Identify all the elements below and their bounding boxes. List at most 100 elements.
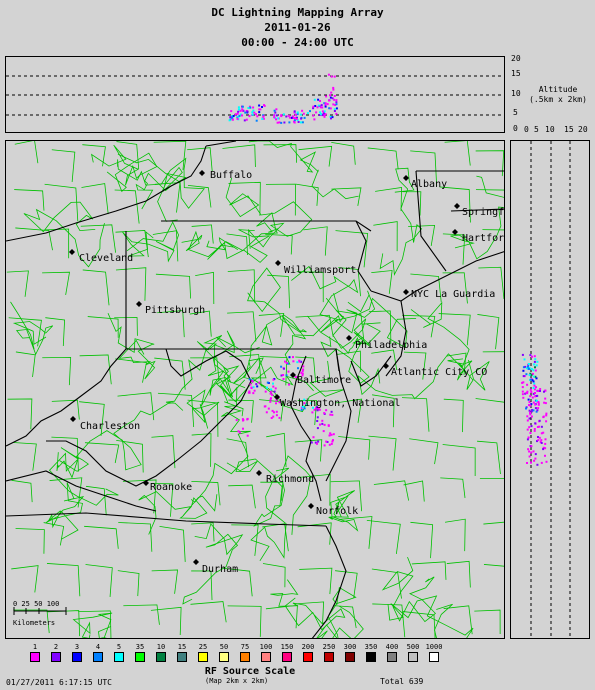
lightning-source [316, 416, 319, 419]
altitude-tick: 0 [513, 124, 518, 133]
lightning-source [272, 385, 275, 388]
city-label: Springf [462, 207, 505, 218]
lightning-source [294, 113, 297, 116]
lightning-source [258, 108, 261, 111]
lightning-source [283, 121, 286, 124]
lightning-source [321, 106, 324, 109]
chart-title: DC Lightning Mapping Array [211, 6, 384, 19]
lightning-source [536, 463, 539, 466]
city-label: Roanoke [150, 482, 193, 493]
city-label: Durham [202, 564, 239, 575]
scale-bar-ticks: 0 25 50 100 [13, 600, 60, 608]
legend-swatch [324, 652, 334, 662]
lightning-source [544, 442, 547, 445]
altitude-tick: 15 [511, 69, 521, 78]
city-marker [346, 335, 352, 341]
lightning-source [236, 112, 239, 115]
legend-swatch [30, 652, 40, 662]
legend-swatch [72, 652, 82, 662]
city-label: Washington, National [280, 398, 401, 409]
legend-swatch [156, 652, 166, 662]
lightning-source [282, 378, 285, 380]
lightning-source [533, 363, 536, 366]
lightning-source [534, 407, 537, 410]
lightning-source [330, 410, 333, 413]
lightning-source [543, 390, 545, 393]
lightning-source [528, 401, 531, 404]
lightning-source [527, 363, 530, 365]
lightning-source [545, 420, 548, 423]
city-marker [256, 470, 262, 476]
lightning-source [526, 383, 529, 386]
lightning-source [324, 102, 327, 105]
lightning-source [335, 112, 338, 115]
lightning-source [262, 115, 265, 118]
lightning-source [244, 111, 247, 114]
lightning-source [302, 368, 305, 371]
lightning-source [274, 387, 277, 390]
lightning-source [529, 354, 532, 357]
lightning-source [530, 415, 533, 418]
lightning-source [542, 416, 545, 419]
lightning-source [271, 409, 274, 412]
lightning-source [237, 110, 240, 113]
altitude-longitude-panel [5, 56, 505, 133]
lightning-source [328, 99, 330, 102]
lightning-source [528, 409, 531, 412]
city-label: Philadelphia [355, 340, 428, 351]
lightning-source [533, 382, 536, 385]
lightning-source [527, 448, 530, 451]
lightning-source [312, 436, 315, 439]
lightning-source [300, 408, 303, 411]
lightning-source [251, 113, 254, 116]
lightning-source [335, 103, 338, 106]
lightning-source [256, 385, 259, 388]
lightning-source [300, 117, 303, 120]
lightning-source [275, 108, 278, 111]
lightning-source [317, 98, 320, 101]
lightning-source [302, 112, 305, 115]
lightning-source [329, 94, 331, 97]
legend-value: 75 [240, 643, 250, 651]
legend-value: 35 [135, 643, 145, 651]
lightning-source [264, 405, 267, 408]
city-label: NYC La Guardia [411, 289, 496, 300]
city-label: Norfolk [316, 506, 359, 517]
lightning-source [255, 383, 258, 386]
lightning-source [282, 113, 285, 116]
lightning-source [247, 107, 250, 109]
lightning-source [313, 98, 316, 101]
lightning-source [323, 423, 326, 426]
city-marker [403, 175, 409, 181]
lightning-source [529, 411, 531, 414]
lightning-source [238, 114, 241, 117]
lightning-source [540, 461, 543, 464]
lightning-source [522, 369, 525, 372]
lightning-source [329, 107, 332, 110]
lightning-source [545, 414, 548, 417]
lightning-source [273, 109, 276, 112]
lightning-source [323, 444, 326, 447]
lightning-source [299, 113, 302, 116]
altitude-htick: 0 [524, 125, 529, 134]
lightning-source [536, 394, 539, 397]
lightning-source [319, 423, 321, 426]
legend-value: 15 [177, 643, 187, 651]
lightning-source [321, 422, 324, 425]
altitude-tick: 10 [511, 89, 521, 98]
lightning-source [283, 367, 285, 370]
lightning-source [529, 395, 532, 398]
lightning-source [527, 436, 530, 439]
lightning-source [316, 106, 319, 109]
lightning-source [335, 99, 338, 102]
lightning-source [273, 390, 276, 393]
city-marker [308, 503, 314, 509]
lightning-source [544, 454, 546, 457]
lightning-source [246, 110, 249, 113]
lightning-source [330, 442, 333, 445]
lightning-source [302, 365, 305, 368]
lightning-source [235, 419, 238, 422]
lightning-source [263, 104, 265, 107]
lightning-source [245, 118, 248, 121]
lightning-source [327, 73, 330, 76]
